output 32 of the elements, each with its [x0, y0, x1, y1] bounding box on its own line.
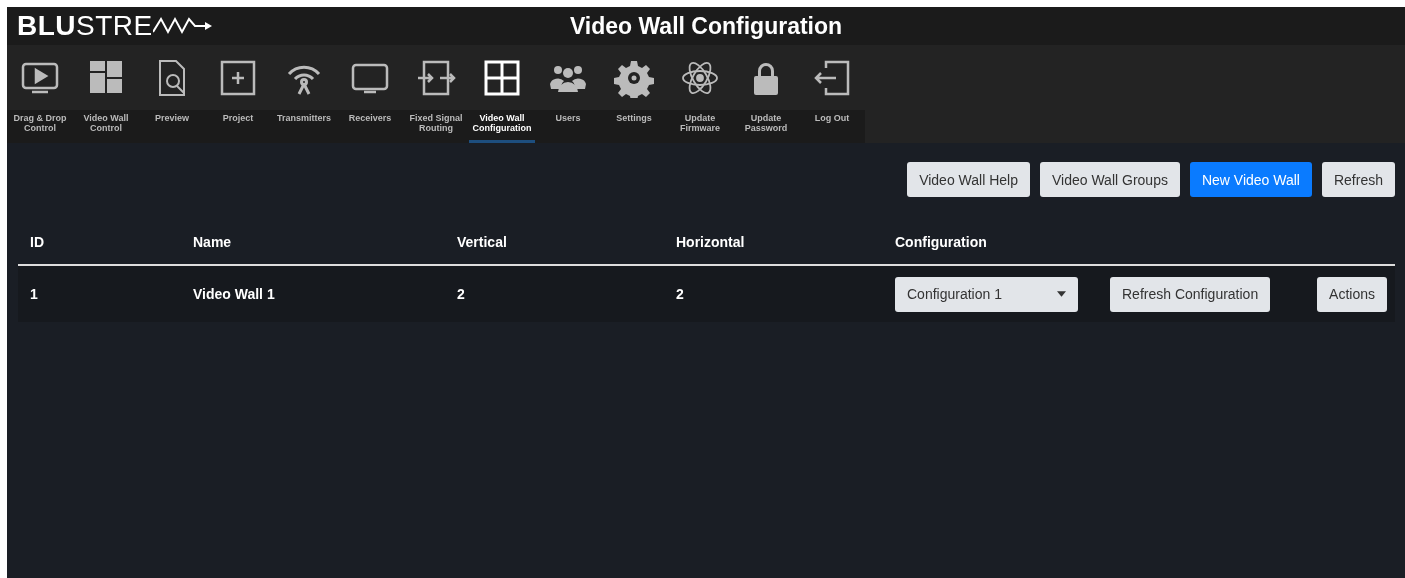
nav-tab[interactable]: Log Out [799, 45, 865, 143]
logo: BLUSTRE [17, 10, 213, 42]
nav-tab[interactable]: Transmitters [271, 45, 337, 143]
nav-tab[interactable]: Update Password [733, 45, 799, 143]
nav-tab[interactable]: Drag & Drop Control [7, 45, 73, 143]
toolbar-button[interactable]: Video Wall Groups [1039, 162, 1180, 197]
actions-button[interactable]: Actions [1317, 276, 1387, 312]
nav-tab[interactable]: Video Wall Control [73, 45, 139, 143]
toolbar-button[interactable]: Video Wall Help [907, 162, 1030, 197]
refresh-configuration-button[interactable]: Refresh Configuration [1110, 276, 1271, 312]
column-header: Configuration [895, 234, 988, 250]
column-header: Horizontal [676, 234, 746, 250]
page-title: Video Wall Configuration [569, 12, 843, 40]
nav-tab[interactable]: Fixed Signal Routing [403, 45, 469, 143]
nav-tab[interactable]: Video Wall Configuration [469, 45, 535, 143]
toolbar-button[interactable]: New Video Wall [1189, 162, 1312, 197]
nav-tab[interactable]: Settings [601, 45, 667, 143]
column-header: Vertical [457, 234, 508, 250]
column-header: Name [193, 234, 233, 250]
table-cell-text: Video Wall 1 [193, 286, 276, 302]
table-cell-text: 2 [676, 286, 685, 302]
column-header: ID [29, 234, 45, 250]
toolbar-button[interactable]: Refresh [1321, 162, 1395, 197]
table-cell-text: 1 [29, 286, 39, 302]
caret-icon [1057, 291, 1066, 297]
nav-tab[interactable]: Update Firmware [667, 45, 733, 143]
configuration-dropdown[interactable]: Configuration 1 [895, 276, 1078, 312]
nav-tab[interactable]: Project [205, 45, 271, 143]
table-cell-text: 2 [457, 286, 466, 302]
nav-tab[interactable]: Preview [139, 45, 205, 143]
nav-tab[interactable]: Users [535, 45, 601, 143]
nav-tab[interactable]: Receivers [337, 45, 403, 143]
